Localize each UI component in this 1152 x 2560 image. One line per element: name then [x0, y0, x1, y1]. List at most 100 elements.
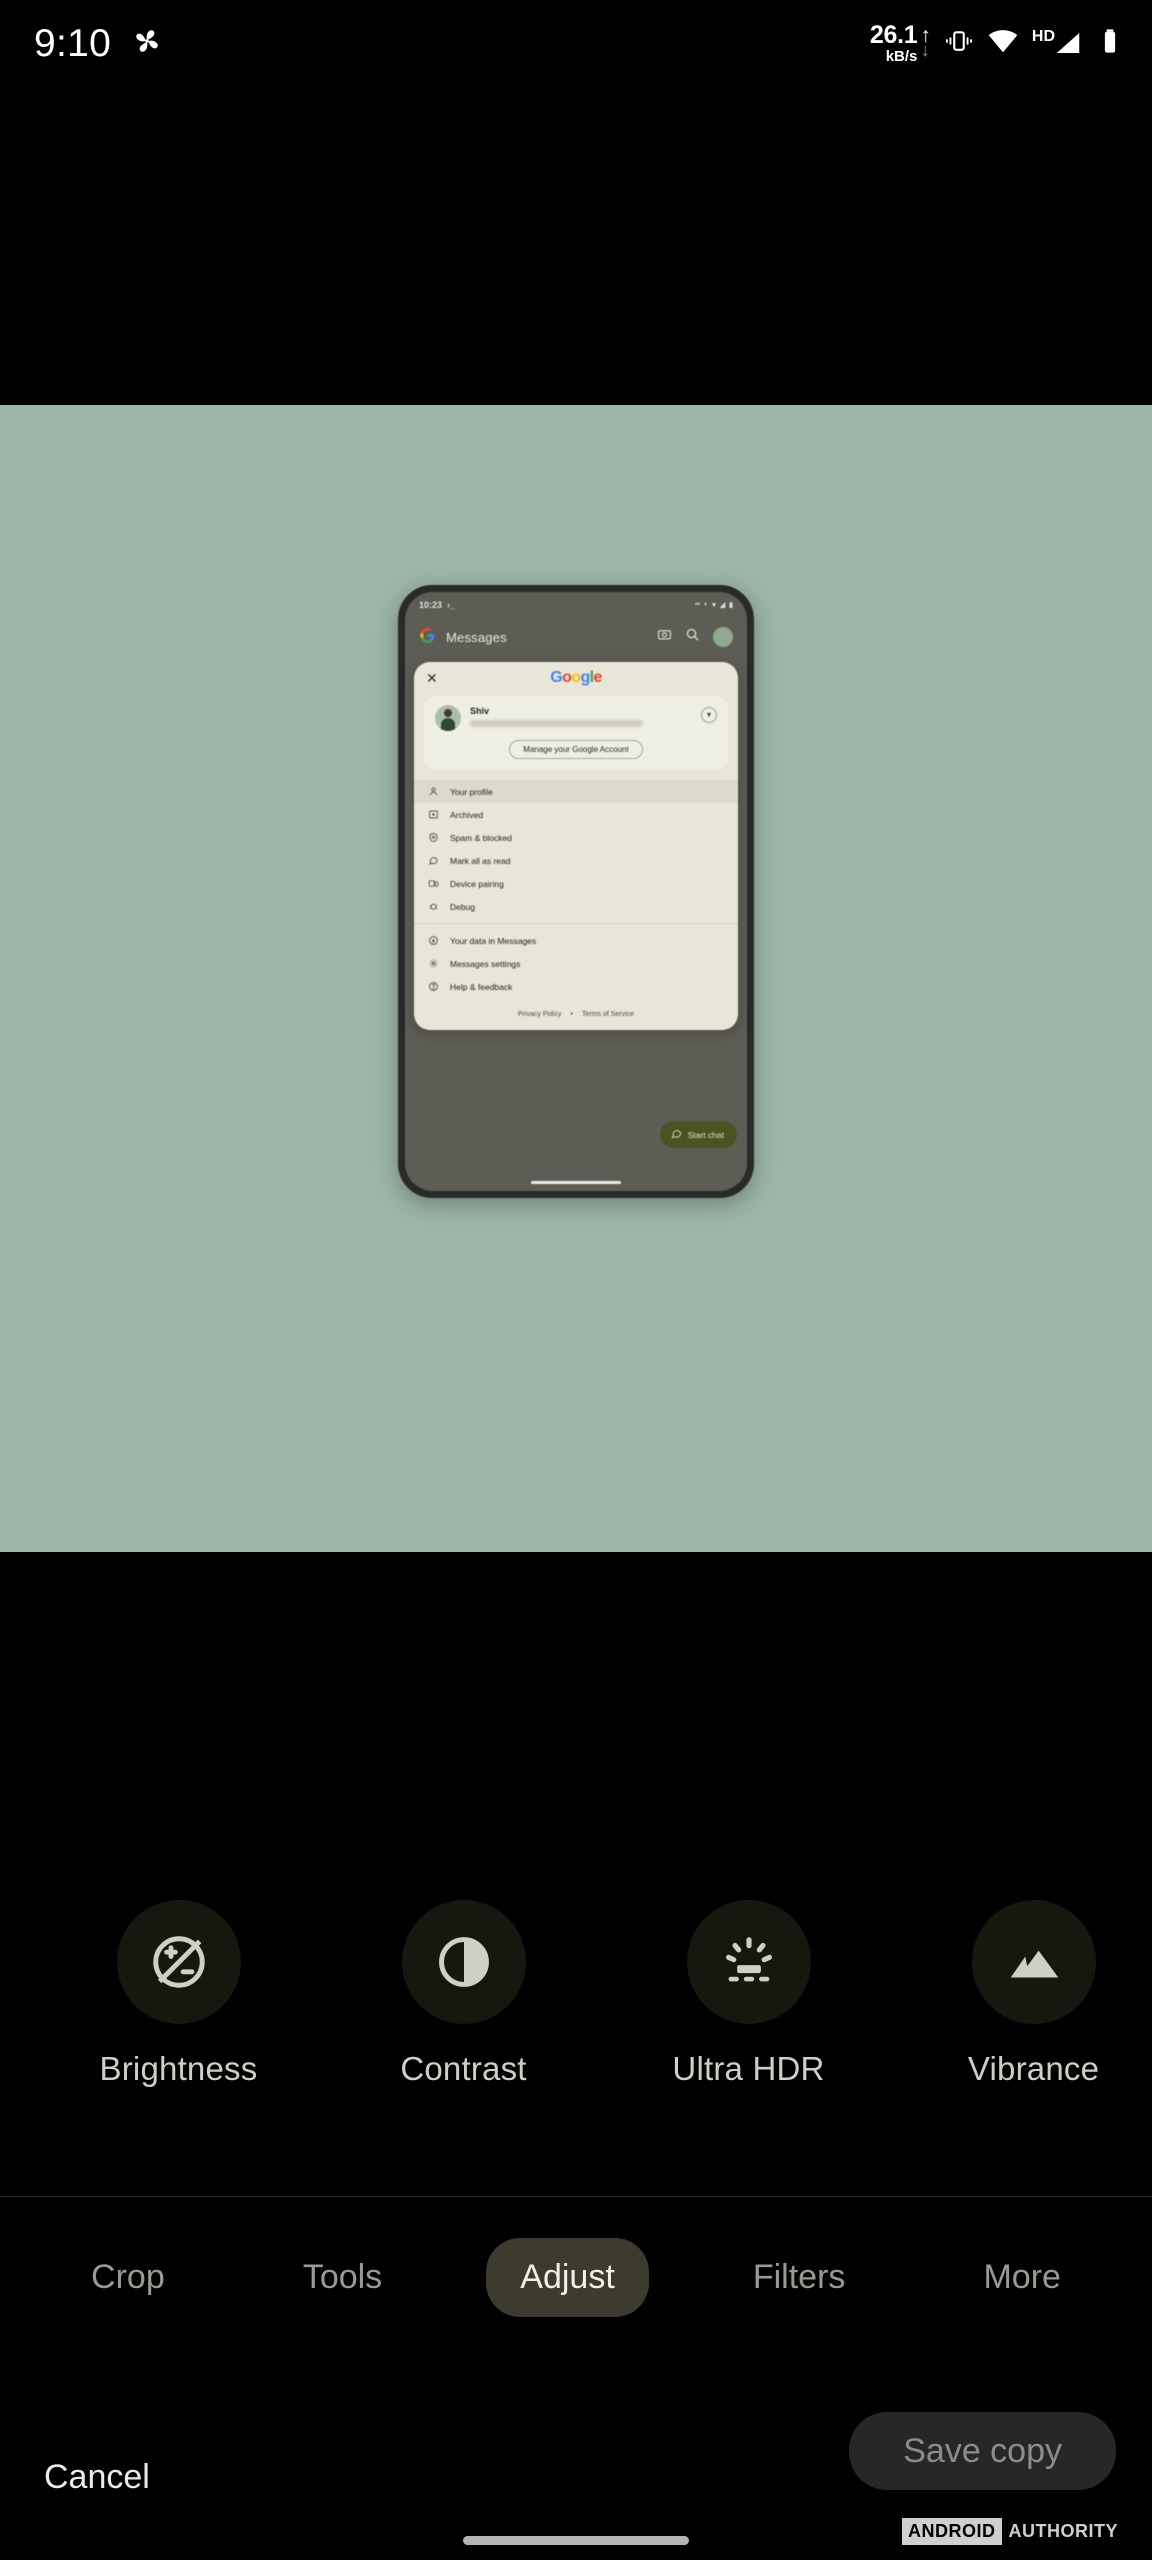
menu-item-device-pairing: Device pairing — [414, 872, 738, 895]
menu-item-label: Device pairing — [450, 878, 504, 889]
download-arrow-icon: ↓ — [920, 39, 930, 61]
camera-icon — [657, 627, 672, 647]
tab-adjust[interactable]: Adjust — [486, 2237, 649, 2317]
menu-item-debug: Debug — [414, 895, 738, 918]
inner-app-title: Messages — [446, 629, 507, 645]
archive-icon — [428, 809, 439, 820]
inner-status-bar: 10:23 ›_ ▪▪ ◐ ▾ ◢ ▮ — [405, 592, 747, 617]
menu-item-label: Messages settings — [450, 958, 521, 969]
terms-of-service-link: Terms of Service — [581, 1011, 635, 1018]
close-icon: ✕ — [426, 670, 438, 686]
data-shield-icon — [428, 935, 439, 946]
system-home-indicator[interactable] — [463, 2536, 689, 2545]
chat-icon — [671, 1128, 682, 1141]
menu-item-help-feedback: Help & feedback — [414, 975, 738, 998]
save-copy-button[interactable]: Save copy — [849, 2412, 1116, 2490]
adjust-tool-ultra-hdr[interactable]: Ultra HDR — [606, 1900, 891, 2088]
menu-item-spam-blocked: Spam & blocked — [414, 826, 738, 849]
mountains-icon[interactable] — [971, 1900, 1096, 2024]
menu-item-your-data-in-messages: Your data in Messages — [414, 929, 738, 952]
watermark: ANDROID AUTHORITY — [902, 2518, 1118, 2545]
battery-icon — [1096, 27, 1124, 60]
network-speed-indicator: 26.1 kB/s ↑ ↓ — [869, 20, 931, 65]
menu-item-label: Debug — [450, 901, 476, 912]
photo-canvas[interactable]: 10:23 ›_ ▪▪ ◐ ▾ ◢ ▮ Messages Start chat … — [0, 405, 1152, 1552]
inner-dnd-icon: ◐ — [704, 601, 709, 608]
inner-clock: 10:23 — [419, 599, 443, 610]
account-email-redacted — [470, 719, 644, 727]
tool-label: Contrast — [400, 2050, 527, 2087]
account-avatar — [435, 705, 461, 731]
system-status-bar: 9:10 26.1 kB/s ↑ ↓ HD — [0, 0, 1152, 86]
shield-icon — [428, 832, 439, 843]
avatar — [713, 627, 733, 647]
signal-icon — [1056, 33, 1080, 53]
menu-item-label: Your profile — [450, 786, 493, 797]
status-bar-left: 9:10 — [34, 24, 163, 63]
adjust-tool-vibrance[interactable]: Vibrance — [891, 1900, 1152, 2088]
menu-item-mark-all-as-read: Mark all as read — [414, 849, 738, 872]
help-icon — [428, 981, 439, 992]
inner-net-speed-icon: ▪▪ — [695, 601, 700, 608]
network-arrows: ↑ ↓ — [920, 25, 931, 61]
editor-tabbar[interactable]: Crop Tools Adjust Filters More — [0, 2197, 1152, 2357]
tab-crop[interactable]: Crop — [57, 2238, 199, 2317]
inner-battery-icon: ▮ — [729, 601, 733, 609]
tool-label: Vibrance — [967, 2050, 1100, 2087]
google-g-icon — [419, 627, 436, 647]
watermark-android: ANDROID — [902, 2518, 1002, 2545]
tool-label: Brightness — [99, 2050, 258, 2087]
account-sheet-header: ✕ Google — [414, 662, 738, 696]
tab-filters[interactable]: Filters — [719, 2238, 880, 2317]
inner-wifi-icon: ▾ — [712, 601, 716, 609]
account-menu-primary: Your profile Archived Spam & blocked Mar… — [414, 778, 738, 920]
inner-home-indicator — [531, 1181, 621, 1184]
status-bar-right: 26.1 kB/s ↑ ↓ HD — [869, 20, 1124, 65]
tab-more[interactable]: More — [949, 2238, 1094, 2317]
status-bar-clock: 9:10 — [34, 21, 112, 65]
menu-item-label: Help & feedback — [450, 981, 513, 992]
menu-item-messages-settings: Messages settings — [414, 952, 738, 975]
watermark-authority: AUTHORITY — [1008, 2521, 1118, 2541]
inner-net-icon: ›_ — [447, 599, 456, 610]
adjust-tools-strip[interactable]: Brightness Contrast Ultra HDR Vibrance — [0, 1900, 1152, 2150]
wifi-icon — [987, 25, 1019, 62]
person-icon — [428, 786, 439, 797]
cancel-button[interactable]: Cancel — [36, 2448, 158, 2507]
google-account-sheet: ✕ Google Shiv ▼ Manage your Google Accou… — [414, 662, 738, 1030]
ultra-hdr-icon[interactable] — [686, 1900, 811, 2024]
network-speed-value: 26.1 — [869, 20, 918, 49]
chat-bubble-icon — [428, 855, 439, 866]
manage-google-account-button: Manage your Google Account — [509, 740, 643, 759]
vibrate-icon — [944, 26, 974, 61]
hd-signal-group: HD — [1032, 28, 1083, 58]
bug-icon — [428, 901, 439, 912]
account-sheet-footer: Privacy Policy • Terms of Service — [414, 1000, 738, 1030]
account-name: Shiv — [470, 706, 490, 716]
account-card: Shiv ▼ Manage your Google Account — [424, 696, 728, 770]
devices-icon — [428, 878, 439, 889]
privacy-policy-link: Privacy Policy — [517, 1011, 562, 1018]
menu-divider — [414, 923, 738, 924]
menu-item-your-profile: Your profile — [414, 780, 738, 803]
chevron-down-icon: ▼ — [701, 707, 717, 723]
google-wordmark: Google — [550, 669, 602, 686]
menu-item-archived: Archived — [414, 803, 738, 826]
network-speed-unit: kB/s — [885, 47, 918, 65]
menu-item-label: Archived — [450, 809, 484, 820]
start-chat-fab: Start chat — [659, 1121, 737, 1148]
hd-icon: HD — [1031, 28, 1055, 45]
account-menu-secondary: Your data in Messages Messages settings — [414, 927, 738, 1000]
search-icon — [685, 627, 700, 647]
adjust-tool-contrast[interactable]: Contrast — [321, 1900, 606, 2088]
menu-item-label: Spam & blocked — [450, 832, 512, 843]
inner-signal-icon: ◢ — [719, 601, 726, 609]
gear-icon — [428, 958, 439, 969]
contrast-half-circle-icon[interactable] — [401, 1900, 526, 2024]
pinwheel-icon — [131, 25, 163, 62]
editor-screen: 9:10 26.1 kB/s ↑ ↓ HD 10:23 ›_ ▪▪ ◐ ▾ ◢ … — [0, 0, 1152, 2560]
adjust-tool-brightness[interactable]: Brightness — [36, 1900, 321, 2088]
brightness-plus-minus-icon[interactable] — [116, 1900, 241, 2024]
footer-separator: • — [570, 1011, 573, 1018]
tab-tools[interactable]: Tools — [269, 2238, 416, 2317]
